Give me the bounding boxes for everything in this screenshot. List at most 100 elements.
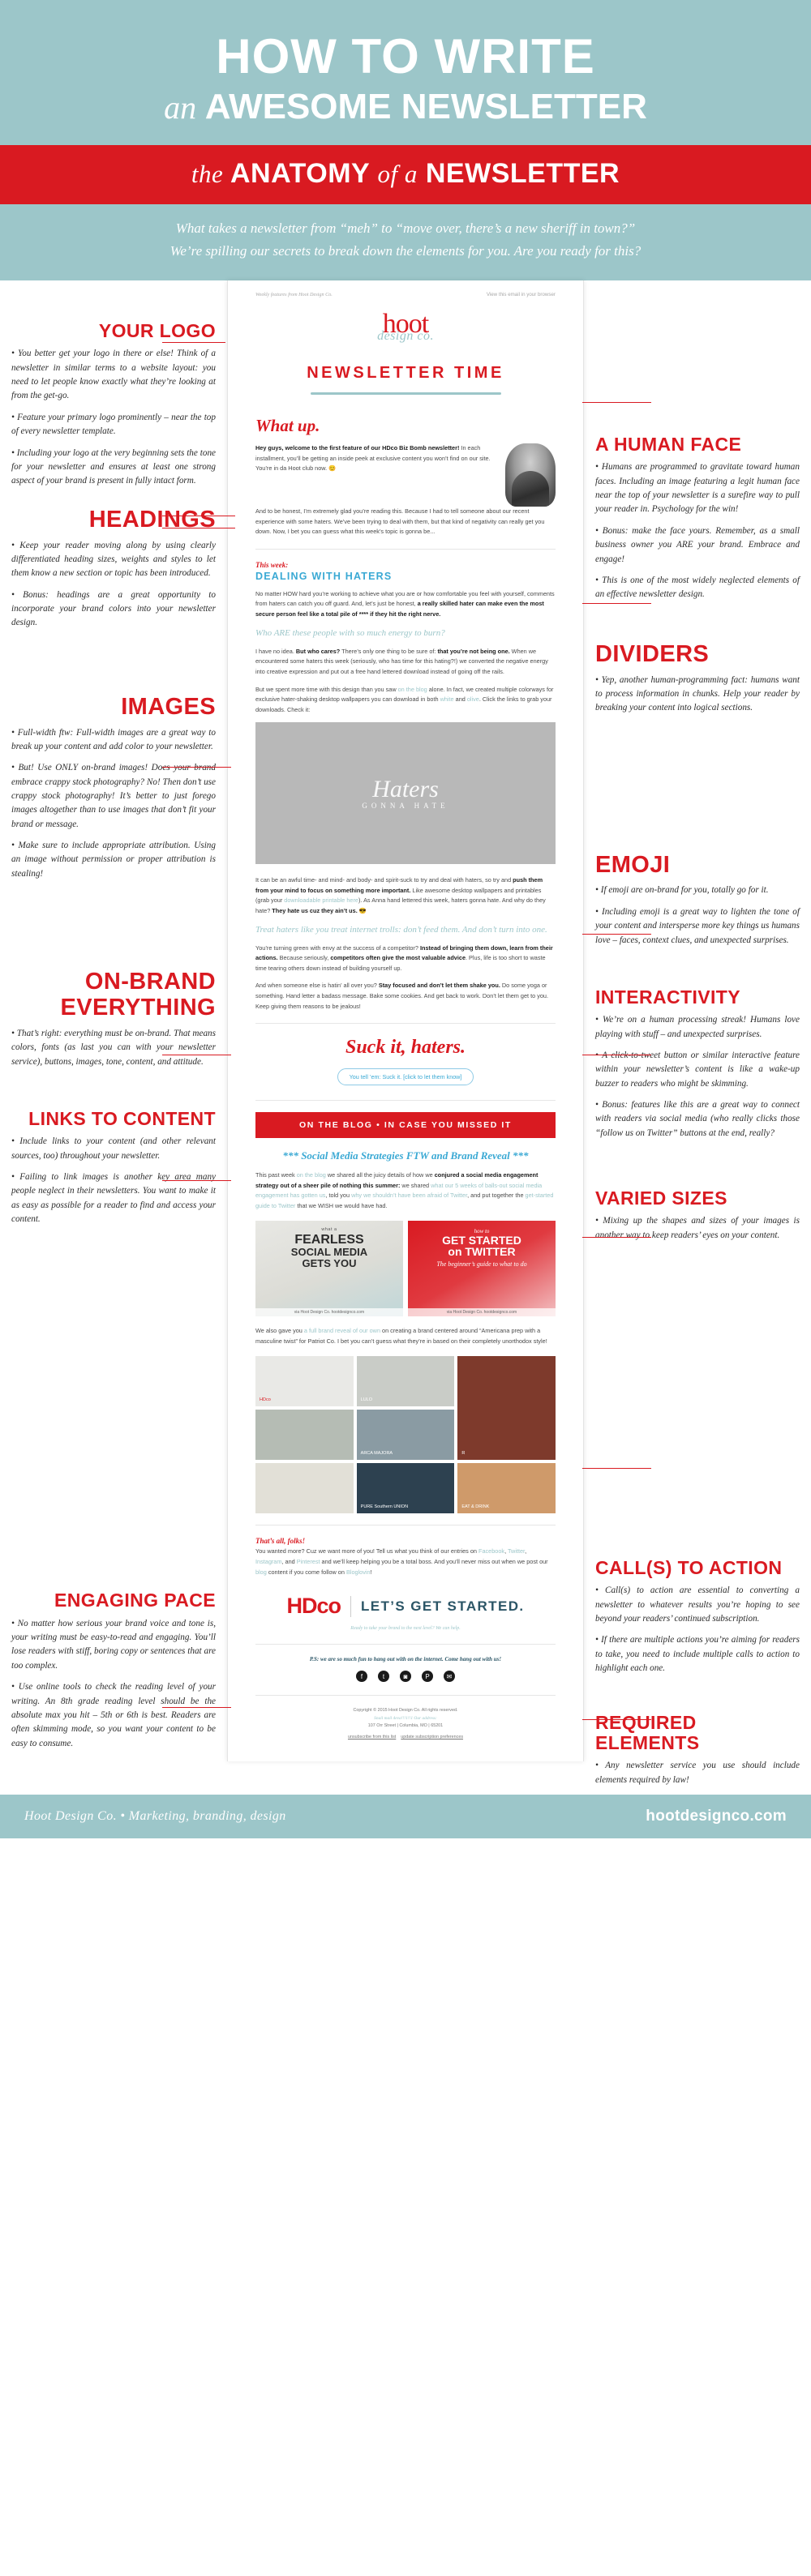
blog-image-row: what a FEARLESS SOCIAL MEDIA GETS YOU vi… xyxy=(255,1221,556,1317)
mosaic-tile[interactable]: LULO xyxy=(356,1356,455,1407)
annotation-text: • We’re on a human processing streak! Hu… xyxy=(595,1015,800,1039)
pinterest-icon[interactable]: P xyxy=(422,1671,433,1683)
who-paragraph-1: I have no idea. But who cares? There’s o… xyxy=(255,647,556,678)
white-download-link[interactable]: white xyxy=(440,695,454,703)
annotation-text: • Humans are programmed to gravitate tow… xyxy=(595,462,800,515)
blog-post-heading: *** Social Media Strategies FTW and Bran… xyxy=(282,1149,529,1162)
band-ofa: of a xyxy=(377,160,418,188)
preheader-left: Weekly features from Hoot Design Co. xyxy=(255,292,333,298)
facebook-icon[interactable]: f xyxy=(356,1671,367,1683)
footer-website[interactable]: hootdesignco.com xyxy=(646,1808,787,1825)
who-paragraph-2: But we spent more time with this design … xyxy=(255,685,556,716)
band-newsletter: NEWSLETTER xyxy=(425,158,620,189)
mosaic-tile[interactable] xyxy=(255,1410,354,1461)
t: we shared all the juicy details of how w… xyxy=(325,1171,435,1179)
click-to-tweet-button[interactable]: You tell ’em: Suck it. [click to let the… xyxy=(337,1068,474,1086)
t: and we’ll keep helping you be a total bo… xyxy=(320,1557,548,1565)
unsubscribe-link[interactable]: unsubscribe from this list xyxy=(348,1735,396,1739)
page-subtitle: an AWESOME NEWSLETTER xyxy=(0,87,811,127)
tile-label: PURE Southern UNION xyxy=(360,1504,409,1510)
annotation-text: • No matter how serious your brand voice… xyxy=(11,1618,216,1671)
footer-tagline: Hoot Design Co. • Marketing, branding, d… xyxy=(24,1808,286,1823)
attribution-paragraph: It can be an awful time- and mind- and b… xyxy=(255,875,556,916)
intro-bold: Hey guys, welcome to the first feature o… xyxy=(255,444,460,452)
annotation-text: • Failing to link images is another key … xyxy=(11,1172,216,1225)
blog-link[interactable]: on the blog xyxy=(297,1171,326,1179)
t: You wanted more? Cuz we want more of you… xyxy=(255,1547,479,1555)
mosaic-tile[interactable]: R xyxy=(457,1356,556,1461)
tile-label: EAT & DRINK xyxy=(461,1504,490,1510)
preheader-view-in-browser-link[interactable]: View this email in your browser xyxy=(487,292,556,297)
connector-line xyxy=(162,1707,231,1709)
t: But who cares? xyxy=(295,647,341,655)
annotation-heading: DIVIDERS xyxy=(595,640,710,667)
olive-download-link[interactable]: olive xyxy=(467,695,479,703)
t: You’re turning green with envy at the su… xyxy=(255,944,420,952)
annotation-text: • This is one of the most widely neglect… xyxy=(595,575,800,600)
hoot-logo: hoot design co. xyxy=(255,310,556,356)
hd-call-to-action[interactable]: HDco LET’S GET STARTED. xyxy=(255,1594,556,1619)
t: We also gave you xyxy=(255,1327,304,1335)
logo-tagline: design co. xyxy=(377,329,434,344)
pinterest-link[interactable]: Pinterest xyxy=(297,1558,320,1565)
t: Stay focused and don’t let them shake yo… xyxy=(378,982,500,990)
blog-link[interactable]: blog xyxy=(255,1568,267,1576)
haters-paragraph: No matter HOW hard you’re working to ach… xyxy=(255,589,556,620)
bloglovin-link[interactable]: Bloglovin xyxy=(346,1568,371,1576)
ready-cta-text: Ready to take your brand to the next lev… xyxy=(350,1626,461,1632)
annotation-text: • Bonus: features like this are a great … xyxy=(595,1100,800,1138)
mosaic-tile[interactable]: EAT & DRINK xyxy=(457,1463,556,1514)
lets-get-started-label: LET’S GET STARTED. xyxy=(361,1598,525,1614)
mosaic-tile[interactable]: ARCA MAJORA xyxy=(356,1410,455,1461)
copyright-text: Copyright © 2015 Hoot Design Co. All rig… xyxy=(353,1708,458,1714)
tile-label: LULO xyxy=(360,1397,373,1403)
blog-image-card-2[interactable]: how to GET STARTED on TWITTER The beginn… xyxy=(408,1221,556,1317)
printable-link[interactable]: downloadable printable here xyxy=(284,896,358,904)
blog-image-card-1[interactable]: what a FEARLESS SOCIAL MEDIA GETS YOU vi… xyxy=(255,1221,403,1317)
connector-line xyxy=(582,934,651,935)
tile-label: ARCA MAJORA xyxy=(360,1451,393,1457)
brand-reveal-link[interactable]: a full brand reveal of our own xyxy=(304,1327,380,1334)
annotation-text: • Keep your reader moving along by using… xyxy=(11,540,216,579)
annotation-text: • Including your logo at the very beginn… xyxy=(11,447,216,486)
t: we shared xyxy=(400,1181,431,1189)
subtitle-bold: AWESOME NEWSLETTER xyxy=(204,87,647,126)
trolls-subheading: Treat haters like you treat internet tro… xyxy=(255,925,547,935)
t: There’s only one thing to be sure of: xyxy=(340,647,438,655)
annotation-text: • Mixing up the shapes and sizes of your… xyxy=(595,1216,800,1240)
twitter-link[interactable]: Twitter xyxy=(508,1547,525,1555)
human-face-photo xyxy=(505,443,556,507)
cta-divider xyxy=(350,1595,351,1617)
annotation-text: • Yep, another human-programming fact: h… xyxy=(595,674,800,713)
instagram-link[interactable]: Instagram xyxy=(255,1558,281,1565)
intro-paragraph-1: Hey guys, welcome to the first feature o… xyxy=(255,443,497,474)
connector-line xyxy=(582,402,651,404)
update-preferences-link[interactable]: update subscription preferences xyxy=(401,1735,463,1739)
instagram-icon[interactable]: ◙ xyxy=(400,1671,411,1683)
mosaic-tile[interactable]: HDco xyxy=(255,1356,354,1407)
ps-line: P.S: we are so much fun to hang out with… xyxy=(309,1656,502,1663)
hd-logo: HDco xyxy=(286,1594,341,1619)
annotation-text: • Any newsletter service you use should … xyxy=(595,1761,800,1785)
connector-line xyxy=(582,1237,651,1239)
facebook-link[interactable]: Facebook xyxy=(478,1547,504,1555)
twitter-icon[interactable]: t xyxy=(378,1671,389,1683)
email-icon[interactable]: ✉ xyxy=(444,1671,455,1683)
thats-all-label: That’s all, folks! xyxy=(255,1537,306,1546)
twitter-fear-link[interactable]: why we shouldn’t have been afraid of Twi… xyxy=(351,1192,467,1199)
annotation-heading: ENGAGING PACE xyxy=(54,1590,216,1611)
connector-line xyxy=(582,603,651,605)
blog-link[interactable]: on the blog xyxy=(398,686,427,693)
subtitle-an: an xyxy=(164,89,197,126)
annotation-heading: ON-BRAND EVERYTHING xyxy=(60,969,216,1021)
intro-paragraph-2: And to be honest, I’m extremely glad you… xyxy=(255,507,545,536)
infographic-page: HOW TO WRITE an AWESOME NEWSLETTER the A… xyxy=(0,0,811,1838)
annotation-heading: A HUMAN FACE xyxy=(595,434,742,456)
what-up-heading: What up. xyxy=(255,416,320,436)
subhead-line-2: We’re spilling our secrets to break down… xyxy=(169,243,642,259)
mosaic-tile[interactable] xyxy=(255,1463,354,1514)
mosaic-tile[interactable]: PURE Southern UNION xyxy=(356,1463,455,1514)
card2-title-2: on TWITTER xyxy=(448,1245,516,1259)
connector-line xyxy=(582,1719,651,1721)
annotation-heading: LINKS TO CONTENT xyxy=(28,1108,216,1130)
